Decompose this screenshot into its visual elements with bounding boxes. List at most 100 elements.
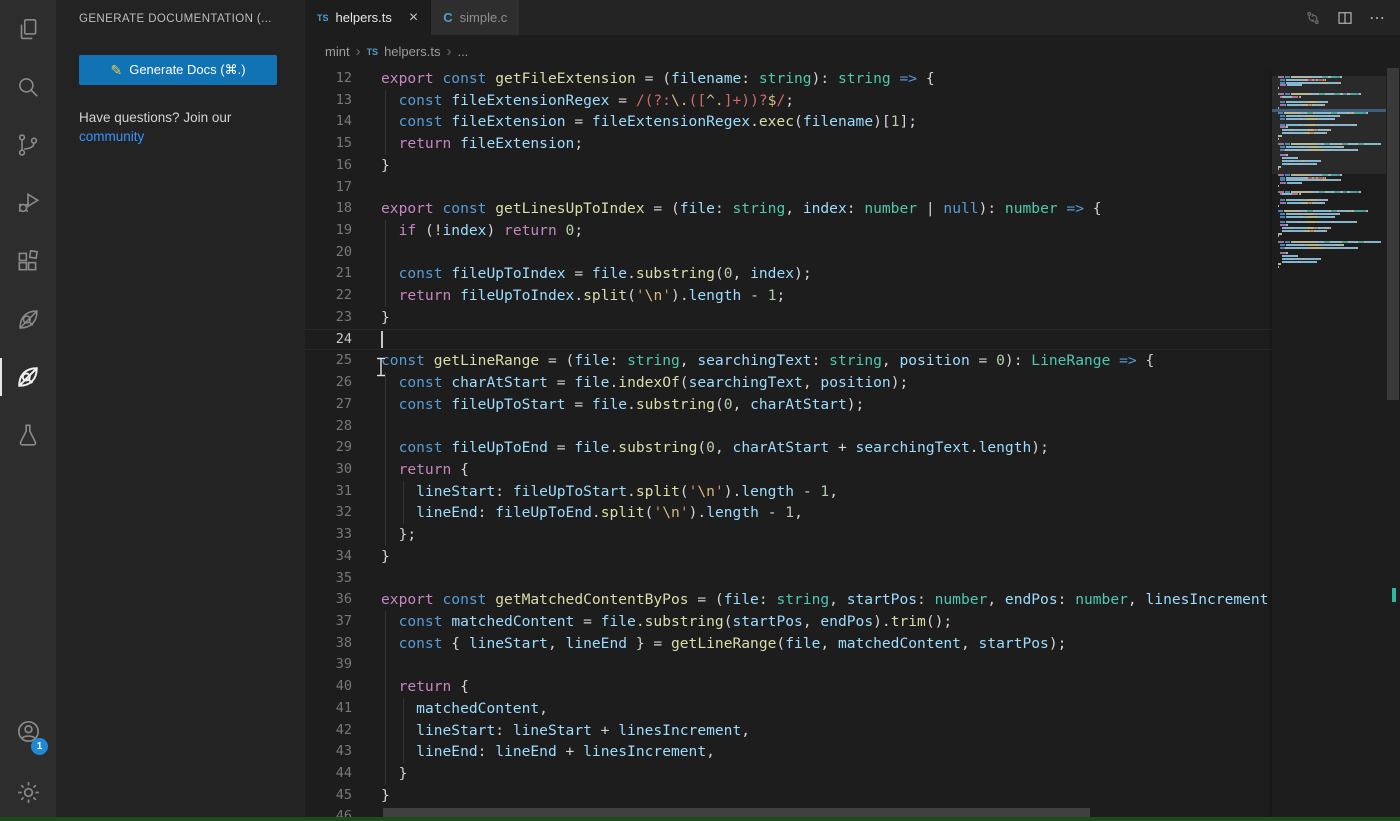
code-line[interactable]: 38 const { lineStart, lineEnd } = getLin… xyxy=(305,633,1272,655)
line-number: 25 xyxy=(305,350,352,372)
line-number: 22 xyxy=(305,285,352,307)
code-line[interactable]: 22 return fileUpToIndex.split('\n').leng… xyxy=(305,285,1272,307)
search-icon[interactable] xyxy=(0,58,56,116)
breadcrumb-file[interactable]: helpers.ts xyxy=(384,44,440,59)
code-line[interactable]: 39 xyxy=(305,654,1272,676)
line-number: 30 xyxy=(305,459,352,481)
minimap[interactable] xyxy=(1272,68,1386,821)
editor-group: TS helpers.ts × C simple.c xyxy=(305,0,1400,821)
doc-writer-leaf-icon[interactable] xyxy=(0,348,56,406)
line-number: 34 xyxy=(305,546,352,568)
line-number: 13 xyxy=(305,90,352,112)
line-number: 33 xyxy=(305,524,352,546)
code-line[interactable]: 37 const matchedContent = file.substring… xyxy=(305,611,1272,633)
overview-ruler-marker xyxy=(1392,588,1396,602)
code-line[interactable]: 20 xyxy=(305,242,1272,264)
vscode-window: 1 GENERATE DOCUMENTATION (... ✎ Generate… xyxy=(0,0,1400,821)
code-line[interactable]: 27 const fileUpToStart = file.substring(… xyxy=(305,394,1272,416)
code-line[interactable]: 25const getLineRange = (file: string, se… xyxy=(305,350,1272,372)
line-number: 18 xyxy=(305,198,352,220)
c-file-icon: C xyxy=(443,10,452,25)
writing-hand-icon: ✎ xyxy=(110,62,122,79)
minimap-content xyxy=(1278,76,1382,271)
testing-beaker-icon[interactable] xyxy=(0,406,56,464)
line-number: 27 xyxy=(305,394,352,416)
tab-simple-c[interactable]: C simple.c xyxy=(430,0,519,35)
settings-gear-icon[interactable] xyxy=(0,763,56,821)
chevron-right-icon: › xyxy=(356,43,361,60)
code-line[interactable]: 35 xyxy=(305,568,1272,590)
sidebar-generate-documentation: GENERATE DOCUMENTATION (... ✎ Generate D… xyxy=(56,0,305,821)
line-number: 28 xyxy=(305,416,352,438)
code-line[interactable]: 24 xyxy=(305,329,1272,351)
breadcrumb-folder[interactable]: mint xyxy=(325,44,350,59)
account-badge: 1 xyxy=(31,738,48,755)
code-line[interactable]: 29 const fileUpToEnd = file.substring(0,… xyxy=(305,437,1272,459)
run-debug-icon[interactable] xyxy=(0,174,56,232)
open-changes-icon[interactable] xyxy=(1304,9,1322,27)
split-editor-icon[interactable] xyxy=(1336,9,1354,27)
generate-docs-button[interactable]: ✎ Generate Docs (⌘.) xyxy=(79,55,277,85)
text-cursor xyxy=(381,331,383,349)
tab-helpers-ts[interactable]: TS helpers.ts × xyxy=(305,0,430,35)
tab-label: helpers.ts xyxy=(336,10,392,25)
account-icon[interactable]: 1 xyxy=(0,705,56,763)
code-line[interactable]: 44 } xyxy=(305,763,1272,785)
more-actions-icon[interactable] xyxy=(1368,9,1386,27)
sidebar-title: GENERATE DOCUMENTATION (... xyxy=(79,0,305,25)
line-number: 26 xyxy=(305,372,352,394)
doc-leaf-icon[interactable] xyxy=(0,290,56,348)
code-line[interactable]: 28 xyxy=(305,416,1272,438)
code-line[interactable]: 34} xyxy=(305,546,1272,568)
code-line[interactable]: 23} xyxy=(305,307,1272,329)
code-line[interactable]: 16} xyxy=(305,155,1272,177)
line-number: 39 xyxy=(305,654,352,676)
vertical-scrollbar[interactable] xyxy=(1386,68,1400,821)
line-number: 24 xyxy=(305,329,352,351)
line-number: 44 xyxy=(305,763,352,785)
line-number: 15 xyxy=(305,133,352,155)
code-line[interactable]: 21 const fileUpToIndex = file.substring(… xyxy=(305,263,1272,285)
line-number: 42 xyxy=(305,720,352,742)
code-line[interactable]: 43 lineEnd: lineEnd + linesIncrement, xyxy=(305,741,1272,763)
extensions-icon[interactable] xyxy=(0,232,56,290)
code-line[interactable]: 30 return { xyxy=(305,459,1272,481)
code-line[interactable]: 33 }; xyxy=(305,524,1272,546)
code-line[interactable]: 42 lineStart: lineStart + linesIncrement… xyxy=(305,720,1272,742)
vertical-scrollbar-slider[interactable] xyxy=(1387,68,1399,400)
code-line[interactable]: 26 const charAtStart = file.indexOf(sear… xyxy=(305,372,1272,394)
code-line[interactable]: 19 if (!index) return 0; xyxy=(305,220,1272,242)
community-link[interactable]: community xyxy=(79,129,144,144)
line-number: 35 xyxy=(305,568,352,590)
code-line[interactable]: 40 return { xyxy=(305,676,1272,698)
breadcrumb-symbol[interactable]: ... xyxy=(457,44,468,59)
code-line[interactable]: 17 xyxy=(305,177,1272,199)
code-line[interactable]: 14 const fileExtension = fileExtensionRe… xyxy=(305,111,1272,133)
line-number: 21 xyxy=(305,263,352,285)
line-number: 31 xyxy=(305,481,352,503)
code-line[interactable]: 18export const getLinesUpToIndex = (file… xyxy=(305,198,1272,220)
code-line[interactable]: 36export const getMatchedContentByPos = … xyxy=(305,589,1272,611)
source-control-icon[interactable] xyxy=(0,116,56,174)
line-number: 29 xyxy=(305,437,352,459)
code-line[interactable]: 41 matchedContent, xyxy=(305,698,1272,720)
line-number: 40 xyxy=(305,676,352,698)
code-line[interactable]: 32 lineEnd: fileUpToEnd.split('\n').leng… xyxy=(305,502,1272,524)
code-line[interactable]: 12export const getFileExtension = (filen… xyxy=(305,68,1272,90)
code-line[interactable]: 15 return fileExtension; xyxy=(305,133,1272,155)
screen-share-border xyxy=(0,817,1400,821)
line-number: 23 xyxy=(305,307,352,329)
code-line[interactable]: 45} xyxy=(305,785,1272,807)
minimap-current-line xyxy=(1272,109,1386,112)
close-tab-icon[interactable]: × xyxy=(409,9,418,27)
chevron-right-icon: › xyxy=(446,43,451,60)
code-editor[interactable]: 12export const getFileExtension = (filen… xyxy=(305,68,1400,821)
line-number: 17 xyxy=(305,177,352,199)
activity-bar: 1 xyxy=(0,0,56,821)
code-line[interactable]: 31 lineStart: fileUpToStart.split('\n').… xyxy=(305,481,1272,503)
line-number: 38 xyxy=(305,633,352,655)
explorer-icon[interactable] xyxy=(0,0,56,58)
line-number: 37 xyxy=(305,611,352,633)
line-number: 19 xyxy=(305,220,352,242)
code-line[interactable]: 13 const fileExtensionRegex = /(?:\.([^.… xyxy=(305,90,1272,112)
